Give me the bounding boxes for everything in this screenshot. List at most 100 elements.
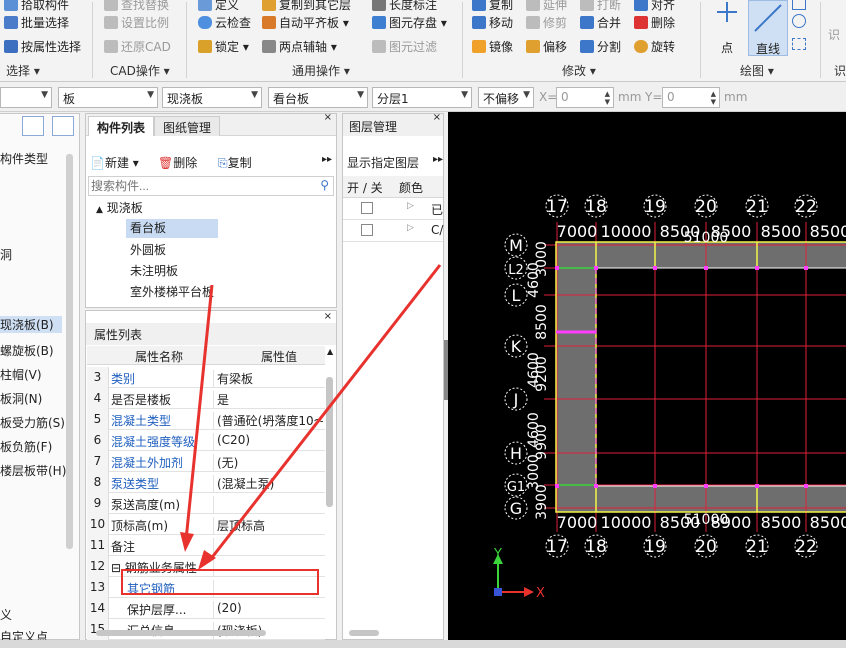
property-row[interactable]: 11 备注	[87, 535, 325, 556]
property-row[interactable]: 5 混凝土类型 (普通砼(坍落度10～	[87, 409, 325, 430]
mirror-button[interactable]: 镜像	[472, 38, 513, 55]
grid-view-icon[interactable]	[52, 116, 74, 136]
close-icon[interactable]: ×	[433, 112, 441, 123]
restore-cad-button[interactable]: 还原CAD	[104, 38, 171, 55]
scrollbar[interactable]	[66, 154, 73, 549]
copy-button[interactable]: 复制	[472, 0, 513, 13]
merge-button[interactable]: 合并	[580, 14, 621, 31]
layer-row[interactable]: ▷ C/	[343, 220, 443, 242]
collapse-icon[interactable]: ▲	[96, 205, 103, 215]
copy-component-button[interactable]: ⎘复制	[218, 154, 252, 171]
property-row[interactable]: 13 其它钢筋	[87, 577, 325, 598]
show-specified-layer-button[interactable]: 显示指定图层	[347, 154, 419, 171]
property-value[interactable]	[213, 559, 323, 576]
property-row[interactable]: 10 顶标高(m) 层顶标高	[87, 514, 325, 535]
cad-group-label[interactable]: CAD操作 ▾	[110, 62, 170, 79]
move-button[interactable]: 移动	[472, 14, 513, 31]
two-point-axis-button[interactable]: 两点辅轴 ▾	[262, 38, 337, 55]
define-button[interactable]: 定义	[198, 0, 239, 13]
property-value[interactable]: 是	[213, 391, 323, 408]
modify-group-label[interactable]: 修改 ▾	[562, 62, 596, 79]
x-offset-input[interactable]: 0 ▲ ▼	[556, 87, 614, 108]
search-box[interactable]: ⚲	[88, 176, 334, 196]
layer-checkbox[interactable]	[361, 202, 373, 214]
tab-drawing-manage[interactable]: 图纸管理	[154, 116, 221, 136]
property-value[interactable]	[213, 580, 323, 597]
spinner-icon[interactable]: ▲ ▼	[605, 90, 610, 106]
close-icon[interactable]: ×	[324, 311, 332, 322]
layer-checkbox[interactable]	[361, 224, 373, 236]
offset-mode-select[interactable]: 不偏移 ▼	[478, 87, 534, 108]
property-value[interactable]: (混凝土泵)	[213, 475, 323, 492]
search-icon[interactable]: ⚲	[320, 178, 329, 192]
align-button[interactable]: 对齐	[634, 0, 675, 13]
set-scale-button[interactable]: 设置比例	[104, 14, 169, 31]
y-offset-input[interactable]: 0 ▲ ▼	[662, 87, 720, 108]
property-value[interactable]: 有梁板	[213, 370, 323, 387]
pick-component-button[interactable]: 拾取构件	[4, 0, 69, 13]
horizontal-scrollbar[interactable]	[349, 630, 379, 636]
layer-row[interactable]: ▷ 已	[343, 198, 443, 220]
nav-item-spiral-slab[interactable]: 螺旋板(B)	[0, 342, 54, 359]
more-icon[interactable]: ▸▸	[322, 154, 332, 165]
property-value[interactable]	[213, 538, 323, 555]
property-row[interactable]: 8 泵送类型 (混凝土泵)	[87, 472, 325, 493]
new-component-button[interactable]: 📄新建 ▾	[90, 154, 139, 171]
nav-item-hole[interactable]: 洞	[0, 246, 12, 263]
property-row[interactable]: 7 混凝土外加剂 (无)	[87, 451, 325, 472]
auto-align-slab-button[interactable]: 自动平齐板 ▾	[262, 14, 349, 31]
element-name-select[interactable]: 看台板 ▼	[268, 87, 368, 108]
nav-item-type[interactable]: 构件类型	[0, 150, 48, 167]
element-type-select[interactable]: 板 ▼	[58, 87, 158, 108]
split-button[interactable]: 分割	[580, 38, 621, 55]
save-element-button[interactable]: 图元存盘 ▾	[372, 14, 447, 31]
property-row[interactable]: 9 泵送高度(m)	[87, 493, 325, 514]
element-filter-button[interactable]: 图元过滤	[372, 38, 437, 55]
length-dim-button[interactable]: 长度标注	[372, 0, 437, 13]
select-group-label[interactable]: 选择 ▾	[6, 62, 40, 79]
trim-button[interactable]: 修剪	[526, 14, 567, 31]
property-row[interactable]: 12 ⊟ 钢筋业务属性	[87, 556, 325, 577]
draw-point-button[interactable]: 点	[708, 0, 746, 56]
draw-group-label[interactable]: 绘图 ▾	[740, 62, 774, 79]
property-row[interactable]: 4 是否是楼板 是	[87, 388, 325, 409]
scrollbar[interactable]	[326, 377, 333, 507]
draw-arc-icon[interactable]	[792, 0, 806, 10]
batch-select-button[interactable]: 批量选择	[4, 14, 69, 31]
delete-component-button[interactable]: 🗑删除	[158, 154, 197, 171]
nav-item-slab-rebar[interactable]: 板受力筋(S)	[0, 414, 65, 431]
nav-item-cast-slab[interactable]: 现浇板(B)	[0, 316, 62, 333]
nav-item-column-cap[interactable]: 柱帽(V)	[0, 366, 42, 383]
spinner-icon[interactable]: ▲ ▼	[711, 90, 716, 106]
draw-circle-icon[interactable]	[792, 14, 806, 28]
cad-drawing[interactable]: 17 18 19 20 21 2217 18 19 20 21 227000 10000 8500 850…	[448, 112, 846, 640]
property-row[interactable]: 14 保护层厚... (20)	[87, 598, 325, 619]
property-value[interactable]: (C20)	[213, 433, 323, 450]
copy-to-floor-button[interactable]: 复制到其它层	[262, 0, 351, 13]
lock-button[interactable]: 锁定 ▾	[198, 38, 249, 55]
draw-line-button[interactable]: 直线	[748, 0, 788, 56]
nav-item-define[interactable]: 义	[0, 606, 12, 623]
property-value[interactable]: (无)	[213, 454, 323, 471]
horizontal-scrollbar[interactable]	[96, 630, 266, 636]
draw-rect-icon[interactable]	[792, 38, 806, 50]
extend-button[interactable]: 延伸	[526, 0, 567, 13]
nav-item-slab-hole[interactable]: 板洞(N)	[0, 390, 42, 407]
scroll-up-icon[interactable]: ▲	[327, 347, 333, 356]
property-value[interactable]: (20)	[213, 601, 323, 618]
close-icon[interactable]: ×	[324, 112, 332, 123]
cad-drawing-canvas[interactable]: 17 18 19 20 21 22 17 18 19 20 21 22 7000 10000 8500 850…	[448, 112, 846, 640]
expand-icon[interactable]: ▷	[407, 223, 414, 233]
property-value[interactable]: (普通砼(坍落度10～	[213, 412, 323, 429]
property-row[interactable]: 3 类别 有梁板	[87, 367, 325, 388]
tree-item-unmarked-slab[interactable]: 未注明板	[130, 262, 178, 279]
tree-root-cast-slab[interactable]: ▲ 现浇板	[96, 199, 143, 216]
recognize-button[interactable]: 识	[828, 26, 840, 43]
find-replace-button[interactable]: 查找替换	[104, 0, 169, 13]
search-input[interactable]	[89, 177, 309, 195]
nav-item-neg-rebar[interactable]: 板负筋(F)	[0, 438, 52, 455]
tab-component-list[interactable]: 构件列表	[88, 116, 155, 136]
property-value[interactable]	[213, 496, 323, 513]
tree-item-round-slab[interactable]: 外圆板	[130, 241, 166, 258]
more-icon[interactable]: ▸▸	[433, 154, 443, 165]
